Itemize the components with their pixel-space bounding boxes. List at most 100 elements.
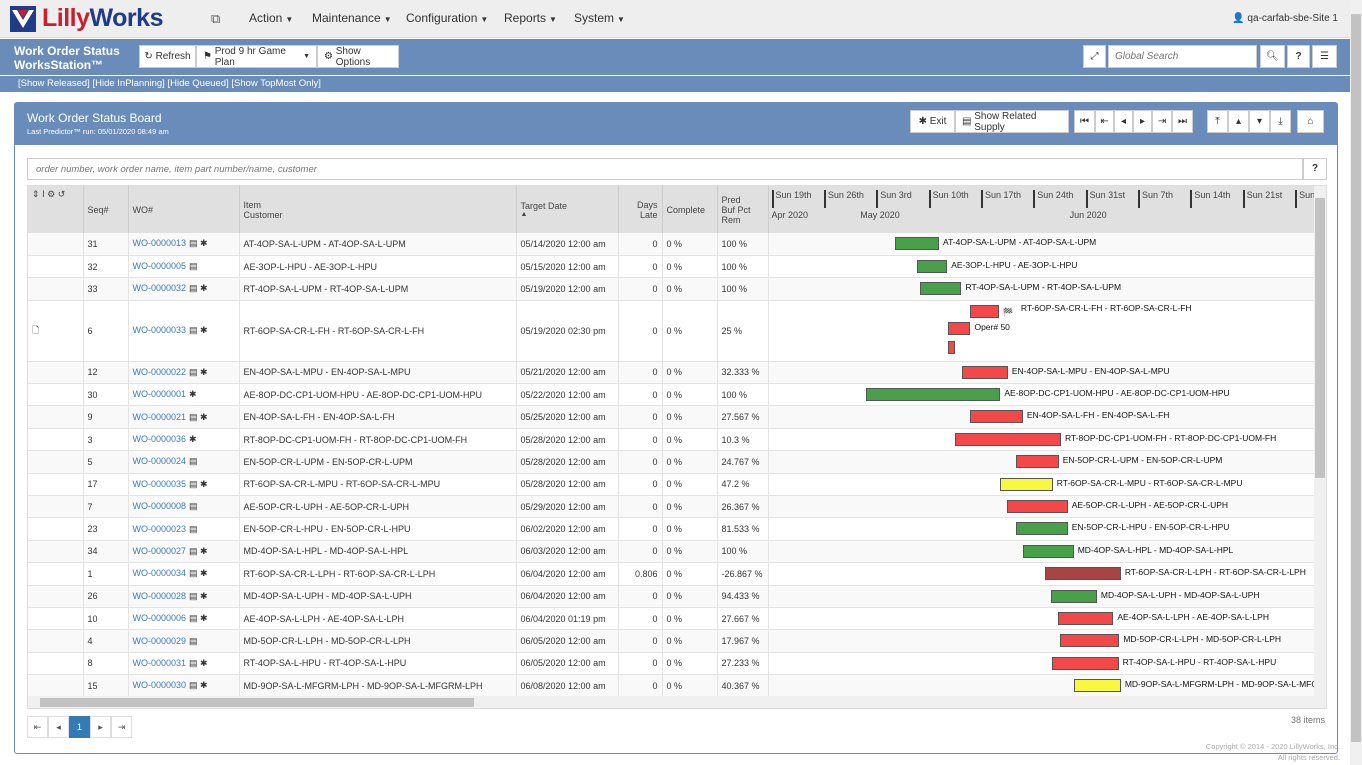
gear-icon[interactable]: ⚙ [47,189,55,199]
pager-prev[interactable]: ◂ [48,716,69,738]
menu-action[interactable]: Action ▼ [249,11,293,25]
menu-maintenance[interactable]: Maintenance ▼ [312,11,392,25]
row-tools[interactable] [28,607,84,631]
wo-link[interactable]: WO-0000006 [133,613,187,623]
wo-link[interactable]: WO-0000036 [133,434,187,444]
gantt-bar[interactable] [1057,611,1114,625]
wo-status-icons[interactable]: ▤ ✱ [189,546,208,556]
wo-link[interactable]: WO-0000029 [133,636,187,646]
wo-link[interactable]: WO-0000027 [133,546,187,556]
wo-link[interactable]: WO-0000013 [133,238,187,248]
row-tools[interactable] [28,629,84,653]
table-row[interactable]: 23 WO-0000023 ▤ EN-5OP-CR-L-HPU - EN-5OP-… [28,517,1319,541]
wo-status-icons[interactable]: ▤ [189,456,198,466]
document-icon[interactable]: 🗋 [32,325,39,335]
wo-status-icons[interactable]: ▤ ✱ [189,412,208,422]
menu-system[interactable]: System ▼ [574,11,625,25]
filter-links[interactable]: [Show Released] [Hide InPlanning] [Hide … [0,76,1350,92]
item-header[interactable]: Item Customer [239,186,517,233]
wo-status-icons[interactable]: ▤ ✱ [189,367,208,377]
row-tools[interactable] [28,495,84,519]
gantt-bar[interactable] [866,388,1001,402]
user-menu[interactable]: 👤 qa-carfab-sbe-Site 1 [1232,13,1338,24]
table-row[interactable]: 9 WO-0000021 ▤ ✱ EN-4OP-SA-L-FH - EN-4OP-… [28,405,1319,429]
gantt-bar[interactable] [999,477,1053,491]
wo-status-icons[interactable]: ▤ [189,636,198,646]
wo-header[interactable]: WO# [128,186,240,233]
menu-reports[interactable]: Reports ▼ [504,11,557,25]
table-row[interactable]: 15 WO-0000030 ▤ ✱ MD-9OP-SA-L-MFGRM-LPH -… [28,674,1319,698]
wo-link[interactable]: WO-0000024 [133,456,187,466]
gantt-bar[interactable] [1007,500,1068,514]
wo-status-icons[interactable]: ▤ ✱ [189,568,208,578]
wo-status-icons[interactable]: ▤ [189,524,198,534]
bottom-button[interactable]: ⤓ [1270,110,1291,133]
row-tools[interactable] [28,255,84,279]
gantt-bar[interactable] [1044,567,1121,581]
refresh-button[interactable]: ↻ Refresh [139,45,196,68]
gantt-bar[interactable] [1073,679,1121,693]
table-row[interactable]: 10 WO-0000006 ▤ ✱ AE-4OP-SA-L-LPH - AE-4O… [28,607,1319,631]
wo-link[interactable]: WO-0000034 [133,568,187,578]
wo-status-icons[interactable]: ▤ [189,501,198,511]
table-row[interactable]: 32 WO-0000005 ▤ AE-3OP-L-HPU - AE-3OP-L-H… [28,255,1319,279]
table-row[interactable]: 33 WO-0000032 ▤ ✱ RT-4OP-SA-L-UPM - RT-4O… [28,277,1319,301]
table-row[interactable]: 🗋 6 WO-0000033 ▤ ✱ RT-6OP-SA-CR-L-FH - RT… [28,300,1319,362]
row-tools[interactable] [28,383,84,407]
seq-header[interactable]: Seq# [83,186,129,233]
table-row[interactable]: 34 WO-0000027 ▤ ✱ MD-4OP-SA-L-HPL - MD-4O… [28,540,1319,564]
row-tools[interactable] [28,674,84,698]
step-backward-button[interactable]: ⇤ [1095,110,1114,133]
pager-page[interactable]: 1 [69,716,90,738]
wo-status-icons[interactable]: ▤ ✱ [189,479,208,489]
wo-status-icons[interactable]: ▤ ✱ [189,591,208,601]
wo-status-icons[interactable]: ✱ [189,389,197,399]
top-button[interactable]: ⤒ [1207,110,1228,133]
table-row[interactable]: 30 WO-0000001 ✱ AE-8OP-DC-CP1-UOM-HPU - A… [28,383,1319,407]
down-button[interactable]: ▾ [1249,110,1270,133]
pager-next[interactable]: ▸ [90,716,111,738]
wo-link[interactable]: WO-0000032 [133,283,187,293]
column-width-icon[interactable]: I [42,189,45,199]
game-plan-dropdown[interactable]: ⚑ Prod 9 hr Game Plan ▼ [196,45,317,68]
table-row[interactable]: 3 WO-0000036 ✱ RT-8OP-DC-CP1-UOM-FH - RT-… [28,428,1319,452]
wo-link[interactable]: WO-0000008 [133,501,187,511]
prev-button[interactable]: ◂ [1114,110,1133,133]
gantt-bar[interactable] [954,432,1061,446]
wo-status-icons[interactable]: ▤ ✱ [189,680,208,690]
search-button[interactable]: 🔍︎ [1260,45,1285,68]
next-button[interactable]: ▸ [1133,110,1152,133]
gantt-bar[interactable] [919,282,962,296]
row-tools[interactable] [28,562,84,586]
exit-button[interactable]: ✱ Exit [910,110,955,133]
wo-link[interactable]: WO-0000033 [133,325,187,335]
row-tools[interactable] [28,277,84,301]
horizontal-scroll-thumb[interactable] [40,698,474,707]
days-late-header[interactable]: Days Late [618,186,663,233]
gantt-bar[interactable] [970,304,999,318]
wo-status-icons[interactable]: ▤ ✱ [189,658,208,668]
row-tools[interactable] [28,473,84,497]
gantt-bar[interactable] [1052,656,1119,670]
table-row[interactable]: 17 WO-0000035 ▤ ✱ RT-6OP-SA-CR-L-MPU - RT… [28,473,1319,497]
vertical-scroll-thumb[interactable] [1315,198,1325,478]
wo-link[interactable]: WO-0000005 [133,261,187,271]
gantt-bar[interactable] [1022,544,1074,558]
row-tools[interactable] [28,405,84,429]
last-button[interactable]: ⏭ [1172,110,1193,133]
gantt-bar[interactable] [969,410,1023,424]
gantt-bar[interactable] [948,340,956,354]
gantt-bar[interactable] [916,259,948,273]
table-row[interactable]: 12 WO-0000022 ▤ ✱ EN-4OP-SA-L-MPU - EN-4O… [28,361,1319,385]
row-tools[interactable] [28,450,84,474]
target-date-header[interactable]: Target Date ▲ [516,186,619,233]
help-button[interactable]: ? [1287,45,1310,68]
wo-link[interactable]: WO-0000031 [133,658,187,668]
wo-status-icons[interactable]: ▤ ✱ [189,283,208,293]
wo-status-icons[interactable]: ▤ [189,261,198,271]
gantt-bar[interactable] [894,237,940,250]
table-row[interactable]: 8 WO-0000031 ▤ ✱ RT-4OP-SA-L-HPU - RT-4OP… [28,652,1319,676]
row-tools[interactable] [28,585,84,608]
reset-icon[interactable]: ↺ [58,189,66,199]
gantt-bar[interactable] [948,321,971,335]
